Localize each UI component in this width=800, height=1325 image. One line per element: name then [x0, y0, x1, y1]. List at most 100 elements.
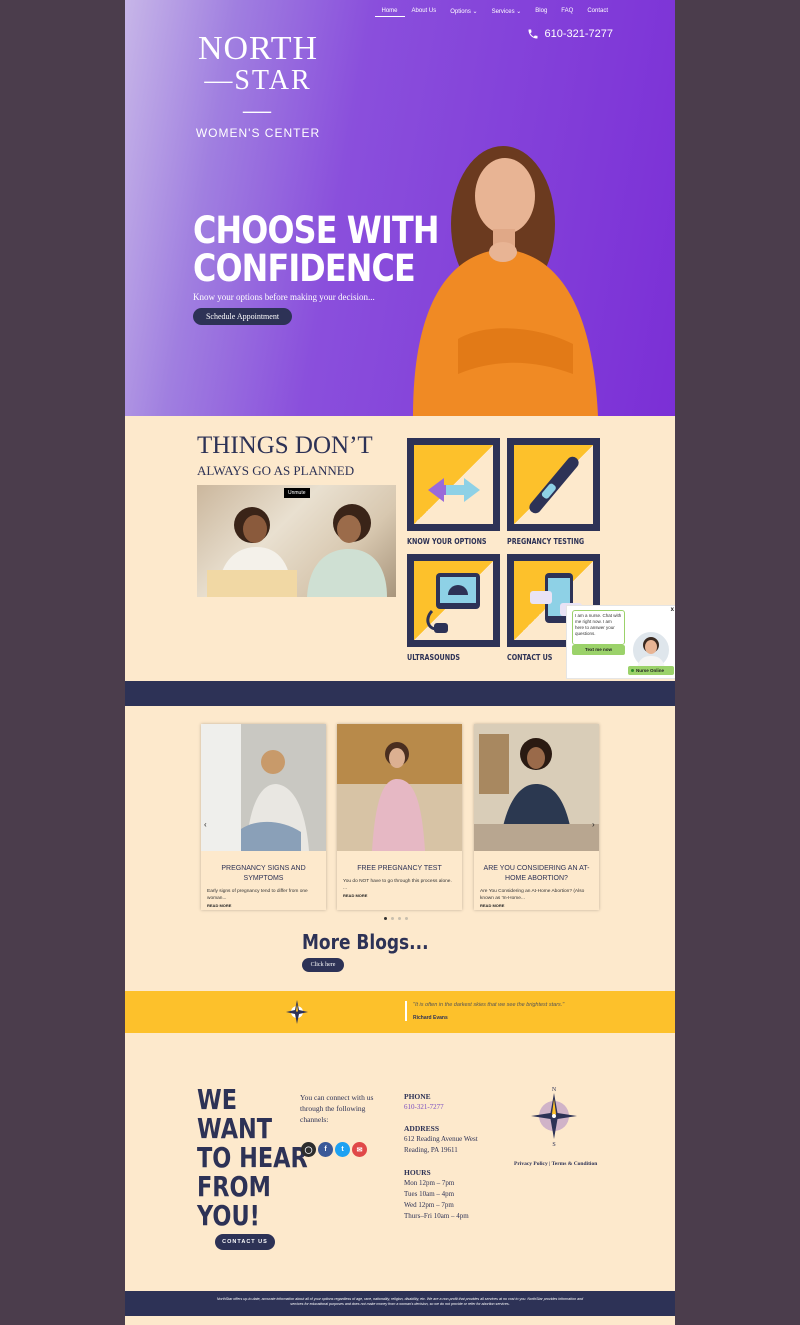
address-block: ADDRESS 612 Reading Avenue West Reading,… — [404, 1123, 478, 1156]
read-more-link[interactable]: READ MORE — [480, 903, 504, 908]
nurse-online-status: Nurse Online — [628, 666, 674, 675]
contact-us-button[interactable]: CONTACT US — [215, 1234, 275, 1250]
blog-card[interactable]: PREGNANCY SIGNS AND SYMPTOMS Early signs… — [201, 724, 326, 910]
blog-card[interactable]: ARE YOU CONSIDERING AN AT-HOME ABORTION?… — [474, 724, 599, 910]
tile-label-contact[interactable]: CONTACT US — [507, 653, 552, 662]
tile-inner — [414, 561, 493, 640]
nurse-chat-widget[interactable]: I am a nurse. Chat with me right now. I … — [566, 605, 675, 679]
intro-video[interactable]: Unmute — [197, 485, 396, 597]
nav-options[interactable]: Options ⌄ — [443, 6, 484, 17]
logo-line-1: NORTH — [197, 30, 319, 67]
schedule-appointment-button[interactable]: Schedule Appointment — [193, 308, 292, 325]
facebook-icon[interactable]: f — [318, 1142, 333, 1157]
blog-card-image — [474, 724, 599, 851]
connect-text: You can connect with us through the foll… — [300, 1093, 374, 1124]
blog-card-excerpt: Are You Considering an At-Home Abortion?… — [480, 889, 585, 901]
address-line-1: 612 Reading Avenue West — [404, 1135, 478, 1143]
unmute-button[interactable]: Unmute — [284, 488, 310, 498]
carousel-dot[interactable] — [391, 917, 394, 920]
blog-section: PREGNANCY SIGNS AND SYMPTOMS Early signs… — [125, 706, 675, 991]
carousel-dot[interactable] — [384, 917, 387, 920]
instagram-icon[interactable]: ◯ — [301, 1142, 316, 1157]
contact-heading-line: WE — [197, 1083, 238, 1116]
hours-line: Tues 10am – 4pm — [404, 1190, 455, 1198]
tile-label-testing[interactable]: PREGNANCY TESTING — [507, 537, 584, 546]
header-phone-link[interactable]: 610-321-7277 — [527, 28, 613, 40]
carousel-dot[interactable] — [405, 917, 408, 920]
contact-section: WE WANT TO HEAR FROM YOU! CONTACT US You… — [125, 1033, 675, 1291]
things-title: THINGS DON’T — [197, 432, 373, 459]
address-heading: ADDRESS — [404, 1124, 440, 1133]
video-frame — [207, 504, 387, 597]
nav-blog[interactable]: Blog — [528, 6, 554, 17]
tile-pregnancy-testing[interactable] — [507, 438, 600, 531]
contact-heading-line: FROM — [197, 1170, 271, 1203]
hero-section: Home About Us Options ⌄ Services ⌄ Blog … — [125, 0, 675, 416]
compass-logo-icon: N S — [531, 1087, 577, 1147]
ultrasound-icon — [426, 573, 480, 633]
blog-card[interactable]: FREE PREGNANCY TEST You do NOT have to g… — [337, 724, 462, 910]
tile-know-your-options[interactable] — [407, 438, 500, 531]
nav-services[interactable]: Services ⌄ — [485, 6, 529, 17]
nurse-avatar — [631, 630, 671, 670]
chat-message: I am a nurse. Chat with me right now. I … — [572, 610, 625, 645]
nav-contact[interactable]: Contact — [580, 6, 615, 17]
nav-about[interactable]: About Us — [405, 6, 444, 17]
chat-close-button[interactable]: x — [671, 607, 674, 613]
nav-faq[interactable]: FAQ — [554, 6, 580, 17]
svg-text:S: S — [552, 1142, 555, 1147]
nav-home[interactable]: Home — [374, 6, 405, 17]
blog-card-title[interactable]: ARE YOU CONSIDERING AN AT-HOME ABORTION? — [474, 856, 599, 884]
more-blogs-button[interactable]: Click here — [302, 958, 344, 972]
things-subtitle: ALWAYS GO AS PLANNED — [197, 463, 355, 478]
tile-label-options[interactable]: KNOW YOUR OPTIONS — [407, 537, 487, 546]
blog-card-image — [337, 724, 462, 851]
status-text: Nurse Online — [636, 668, 665, 673]
hero-headline-line-1: CHOOSE WITH — [193, 209, 439, 252]
site-logo[interactable]: NORTH —STAR— WOMEN'S CENTER — [193, 30, 323, 141]
blog-card-title[interactable]: FREE PREGNANCY TEST — [337, 856, 462, 874]
blog-card-title[interactable]: PREGNANCY SIGNS AND SYMPTOMS — [201, 856, 326, 884]
phone-icon — [528, 29, 538, 39]
blog-card-image — [201, 724, 326, 851]
hours-line: Mon 12pm – 7pm — [404, 1179, 455, 1187]
contact-phone-link[interactable]: 610-321-7277 — [404, 1102, 444, 1113]
phone-heading: PHONE — [404, 1092, 431, 1101]
carousel-next-icon[interactable]: › — [592, 820, 595, 829]
tile-ultrasounds[interactable] — [407, 554, 500, 647]
contact-heading-line: WANT — [197, 1112, 273, 1145]
read-more-link[interactable]: READ MORE — [343, 893, 367, 898]
phone-block: PHONE 610-321-7277 — [404, 1091, 444, 1113]
text-me-now-button[interactable]: Text me now — [572, 645, 625, 655]
email-icon[interactable]: ✉ — [352, 1142, 367, 1157]
compass-star-icon — [286, 1000, 308, 1024]
contact-heading-line: YOU! — [197, 1199, 260, 1232]
twitter-icon[interactable]: t — [335, 1142, 350, 1157]
svg-text:N: N — [552, 1087, 557, 1093]
tile-label-ultrasounds[interactable]: ULTRASOUNDS — [407, 653, 460, 662]
phone-number: 610-321-7277 — [544, 28, 613, 40]
quote-band: "It is often in the darkest skies that w… — [125, 991, 675, 1033]
hero-headline-line-2: CONFIDENCE — [193, 247, 416, 290]
tile-inner — [414, 445, 493, 524]
hero-headline: CHOOSE WITH CONFIDENCE — [193, 212, 439, 288]
quote-bar — [405, 1001, 407, 1021]
blog-card-excerpt: Early signs of pregnancy tend to differ … — [207, 889, 308, 901]
main-nav: Home About Us Options ⌄ Services ⌄ Blog … — [374, 6, 616, 17]
hours-block: HOURS Mon 12pm – 7pm Tues 10am – 4pm Wed… — [404, 1167, 469, 1222]
footer-disclaimer: NorthStar offers up-to-date, accurate in… — [125, 1291, 675, 1316]
quote-text: "It is often in the darkest skies that w… — [413, 1002, 565, 1008]
hours-line: Thurs–Fri 10am – 4pm — [404, 1212, 469, 1220]
address-line-2: Reading, PA 19611 — [404, 1146, 458, 1154]
carousel-prev-icon[interactable]: ‹ — [204, 820, 207, 829]
carousel-dot[interactable] — [398, 917, 401, 920]
carousel-dots — [384, 917, 408, 920]
pregnancy-test-icon — [529, 456, 579, 514]
hero-woman-image — [413, 146, 598, 416]
read-more-link[interactable]: READ MORE — [207, 903, 231, 908]
page: Home About Us Options ⌄ Services ⌄ Blog … — [125, 0, 675, 1325]
hero-subline: Know your options before making your dec… — [193, 292, 375, 302]
blog-card-excerpt: You do NOT have to go through this proce… — [343, 879, 452, 891]
privacy-terms-links[interactable]: Privacy Policy | Terms & Condition — [514, 1161, 597, 1167]
online-dot-icon — [631, 669, 634, 672]
